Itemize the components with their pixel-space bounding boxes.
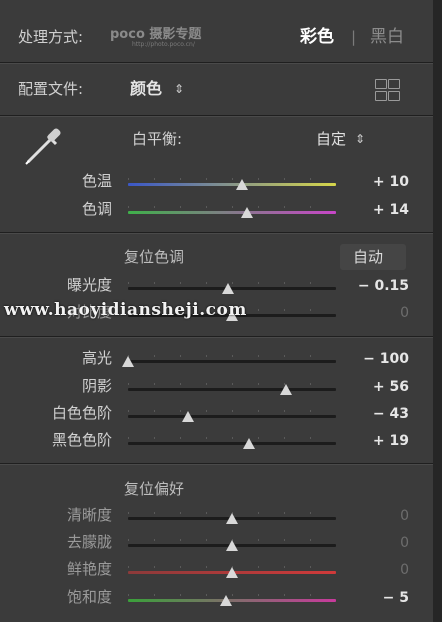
slider-thumb[interactable] — [226, 540, 238, 551]
profile-dropdown-arrows: ⇕ — [174, 82, 185, 96]
treatment-divider: | — [351, 28, 357, 46]
white-balance-dropdown-arrows: ⇕ — [355, 132, 366, 146]
slider-thumb[interactable] — [280, 384, 293, 395]
slider-track[interactable] — [128, 211, 336, 214]
treatment-label: 处理方式: — [18, 28, 84, 46]
profile-label: 配置文件: — [18, 80, 84, 98]
slider-thumb[interactable] — [221, 283, 234, 294]
profile-dropdown[interactable]: 颜色 — [130, 81, 162, 97]
eyedropper-icon[interactable] — [20, 124, 66, 170]
slider-value[interactable]: 0 — [400, 509, 409, 523]
auto-tone-button[interactable]: 自动 — [340, 244, 406, 270]
slider-thumb[interactable] — [240, 207, 253, 218]
slider-label: 阴影 — [81, 377, 112, 395]
slider-track[interactable] — [128, 442, 336, 445]
slider-label: 曝光度 — [66, 276, 112, 294]
treatment-color-button[interactable]: 彩色 — [300, 29, 334, 46]
panel-scrollbar[interactable] — [433, 0, 442, 622]
poco-logo-url: http://photo.poco.cn/ — [132, 41, 195, 48]
slider-ticks — [128, 206, 336, 208]
slider-label: 清晰度 — [66, 506, 112, 524]
slider-track[interactable] — [128, 415, 336, 418]
reset-presence-label: 复位偏好 — [124, 480, 185, 498]
slider-thumb[interactable] — [226, 567, 238, 578]
poco-logo: poco 摄影专题 — [110, 27, 202, 42]
slider-ticks — [128, 178, 336, 180]
slider-thumb[interactable] — [219, 595, 232, 606]
slider-value[interactable]: − 0.15 — [358, 279, 409, 293]
watermark-text: www.haoyidiansheji.com — [4, 300, 247, 320]
reset-tone-label: 复位色调 — [124, 248, 185, 266]
slider-value[interactable]: − 5 — [383, 591, 409, 605]
slider-thumb[interactable] — [242, 438, 255, 449]
slider-ticks — [128, 594, 336, 596]
auto-tone-label: 自动 — [353, 248, 384, 266]
slider-value[interactable]: − 43 — [373, 407, 409, 421]
treatment-bw-button[interactable]: 黑白 — [370, 29, 404, 46]
slider-label: 高光 — [81, 349, 112, 367]
slider-value[interactable]: 0 — [400, 563, 409, 577]
slider-value[interactable]: − 100 — [363, 352, 409, 366]
slider-label: 黑色色阶 — [51, 431, 112, 449]
slider-value[interactable]: + 10 — [373, 175, 409, 189]
slider-value[interactable]: 0 — [400, 536, 409, 550]
slider-label: 去朦胧 — [66, 533, 112, 551]
slider-ticks — [128, 410, 336, 412]
slider-ticks — [128, 383, 336, 385]
slider-track[interactable] — [128, 599, 336, 602]
profile-browser-grid-icon[interactable] — [375, 79, 401, 101]
white-balance-dropdown[interactable]: 自定 — [316, 132, 346, 147]
slider-label: 色调 — [81, 200, 112, 218]
slider-label: 鲜艳度 — [66, 560, 112, 578]
slider-label: 饱和度 — [66, 588, 112, 606]
slider-track[interactable] — [128, 360, 336, 363]
slider-value[interactable]: + 19 — [373, 434, 409, 448]
slider-track[interactable] — [128, 388, 336, 391]
slider-value[interactable]: + 56 — [373, 380, 409, 394]
slider-thumb[interactable] — [236, 179, 249, 190]
slider-track[interactable] — [128, 183, 336, 186]
slider-ticks — [128, 437, 336, 439]
slider-value[interactable]: + 14 — [373, 203, 409, 217]
slider-thumb[interactable] — [226, 513, 238, 524]
slider-ticks — [128, 355, 336, 357]
slider-thumb[interactable] — [122, 356, 134, 367]
slider-thumb[interactable] — [182, 411, 195, 422]
slider-label: 色温 — [81, 172, 112, 190]
slider-label: 白色色阶 — [51, 404, 112, 422]
white-balance-label: 白平衡: — [132, 130, 183, 148]
